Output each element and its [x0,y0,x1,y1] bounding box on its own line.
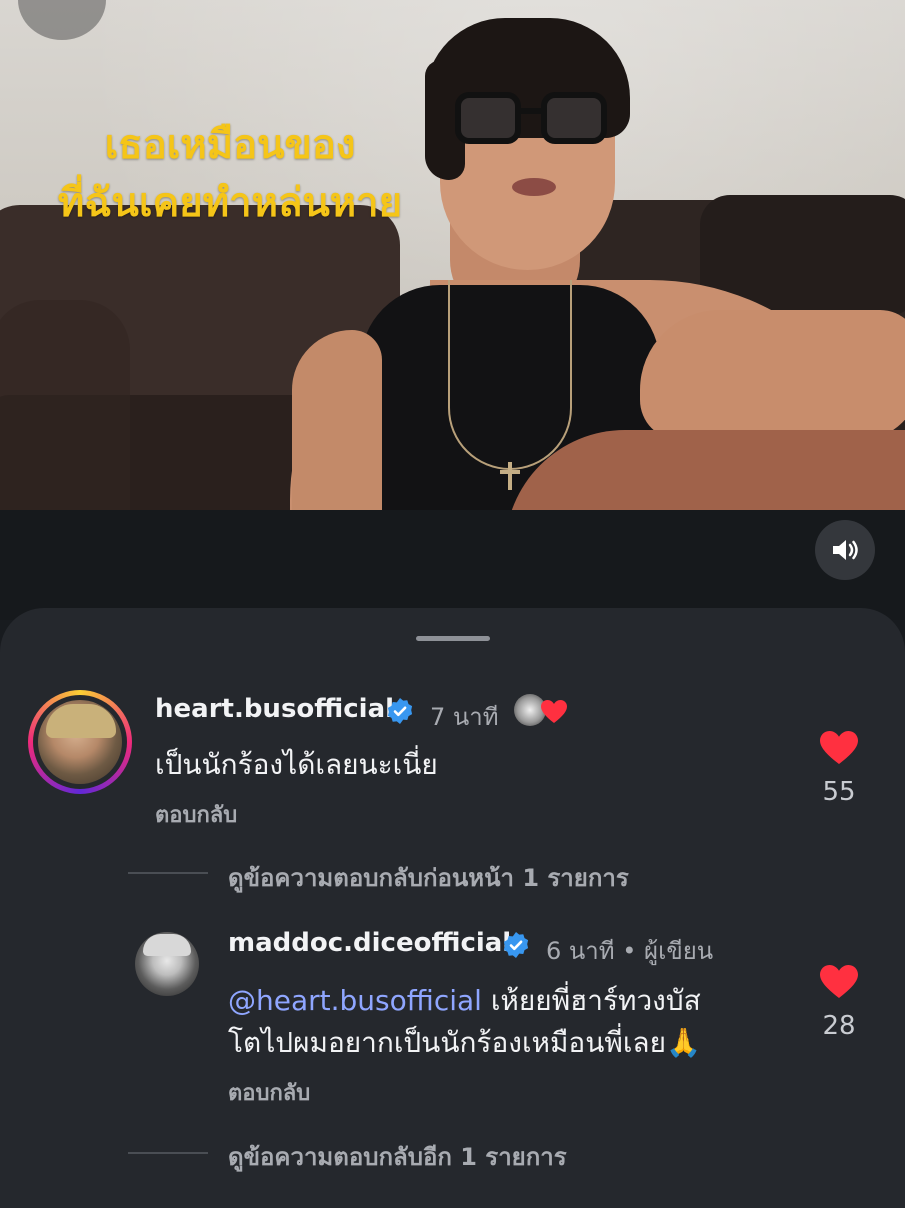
comment-text: เป็นนักร้องได้เลยนะเนี่ย [155,748,438,781]
reply-text-line-1: เห้ยยพี่ฮาร์ทวงบัส [481,984,701,1017]
thread-divider [128,1152,208,1154]
reply-button[interactable]: ตอบกลับ [155,797,237,832]
sound-toggle-button[interactable] [815,520,875,580]
creator-heart-icon [541,700,567,723]
video-controls-bar [0,510,905,620]
like-count: 28 [822,1011,856,1041]
view-more-replies-button[interactable]: ดูข้อความตอบกลับอีก 1 รายการ [228,1137,567,1176]
reply-time: 6 นาที [546,937,615,965]
reply-text: @heart.busofficial เห้ยยพี่ฮาร์ทวงบัส [228,980,701,1022]
mention-link[interactable]: @heart.busofficial [228,984,482,1017]
lyrics-line-2: ที่ฉันเคยทำหล่นหาย [57,180,403,226]
speaker-icon [833,540,858,560]
reply-timestamp: 6 นาที • ผู้เขียน [546,931,713,970]
view-previous-replies-button[interactable]: ดูข้อความตอบกลับก่อนหน้า 1 รายการ [228,858,629,897]
avatar-story-ring[interactable] [28,690,132,794]
comment-timestamp: 7 นาที [430,703,499,731]
separator-dot: • [622,937,637,965]
comment-username[interactable]: heart.busofficial [155,694,394,724]
verified-badge-icon [503,932,529,958]
author-label: ผู้เขียน [644,937,714,965]
avatar [38,700,122,784]
reply-text-line-2: โตไปผมอยากเป็นนักร้องเหมือนพี่เลย🙏 [228,1026,701,1059]
video-player[interactable]: เธอเหมือนของ ที่ฉันเคยทำหล่นหาย [0,0,905,510]
video-lyrics-caption: เธอเหมือนของ ที่ฉันเคยทำหล่นหาย [20,116,440,232]
avatar[interactable] [135,932,199,996]
verified-badge-icon [387,698,413,724]
lyrics-line-1: เธอเหมือนของ [104,122,356,168]
thread-divider [128,872,208,874]
heart-icon[interactable] [819,730,859,766]
sheet-drag-handle[interactable] [416,636,490,641]
like-count: 55 [822,777,856,807]
video-subject [0,0,905,510]
reply-username[interactable]: maddoc.diceofficial [228,928,511,958]
reply-button[interactable]: ตอบกลับ [228,1075,310,1110]
heart-icon[interactable] [819,964,859,1000]
